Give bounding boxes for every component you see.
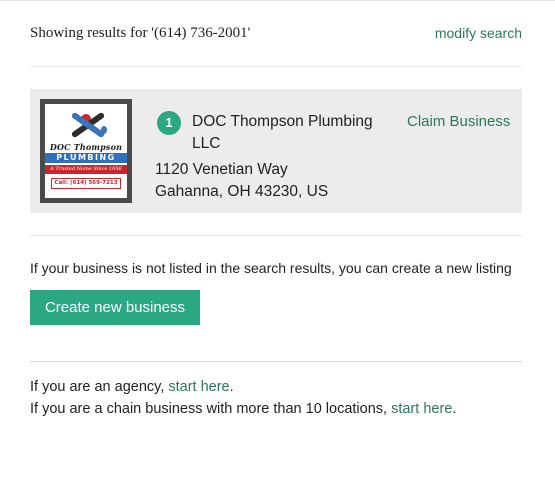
chain-text: If you are a chain business with more th… — [30, 401, 392, 417]
business-logo: DOC Thompson PLUMBING A Trusted Name Sin… — [40, 99, 132, 203]
logo-tagline: A Trusted Name Since 1956 — [45, 165, 127, 174]
modify-search-link[interactable]: modify search — [435, 25, 522, 41]
claim-business-link[interactable]: Claim Business — [407, 111, 510, 133]
chain-period: . — [452, 401, 457, 417]
agency-text: If you are an agency, — [30, 379, 169, 395]
agency-period: . — [229, 379, 234, 395]
create-new-business-button[interactable]: Create new business — [30, 290, 200, 325]
result-number-badge: 1 — [157, 111, 181, 135]
result-card: DOC Thompson PLUMBING A Trusted Name Sin… — [30, 89, 522, 213]
logo-plumbing: PLUMBING — [45, 153, 127, 163]
logo-water-drop-icon — [101, 126, 107, 134]
not-listed-message: If your business is not listed in the se… — [30, 260, 512, 276]
top-divider — [0, 0, 555, 1]
address-line-1: 1120 Venetian Way — [155, 161, 288, 178]
divider — [30, 235, 522, 236]
divider — [30, 361, 522, 362]
business-name: DOC Thompson Plumbing LLC — [192, 113, 373, 152]
agency-line: If you are an agency, start here. — [30, 377, 234, 397]
logo-artwork: DOC Thompson PLUMBING A Trusted Name Sin… — [45, 104, 127, 198]
chain-line: If you are a chain business with more th… — [30, 399, 456, 419]
address-line-2: Gahanna, OH 43230, US — [155, 183, 329, 200]
search-header: Showing results for '(614) 736-2001' mod… — [30, 22, 522, 44]
logo-name: DOC Thompson — [49, 142, 123, 152]
agency-start-here-link[interactable]: start here — [168, 379, 229, 395]
chain-start-here-link[interactable]: start here — [391, 401, 452, 417]
logo-phone: Call: (614) 569-7213 — [51, 178, 121, 189]
showing-results-text: Showing results for '(614) 736-2001' — [30, 24, 251, 41]
divider — [30, 66, 522, 67]
